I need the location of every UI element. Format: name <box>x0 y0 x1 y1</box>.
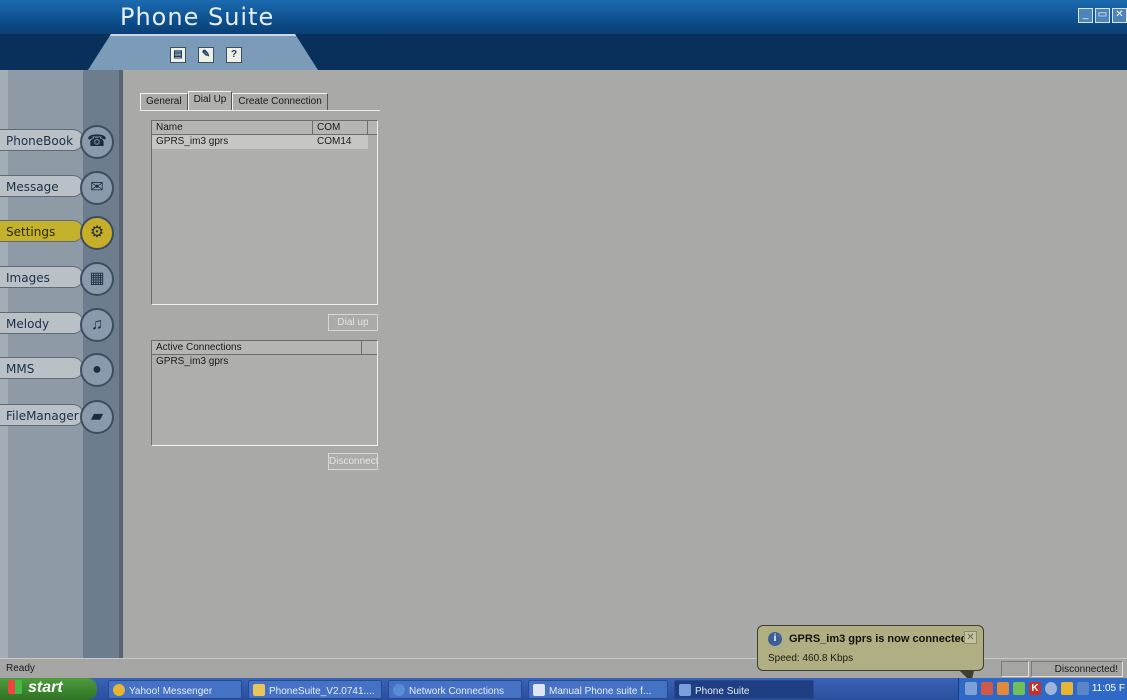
nav-label-phonebook: PhoneBook <box>0 129 84 151</box>
balloon-icon: ● <box>80 353 114 387</box>
nav-item-message[interactable]: Message ✉ <box>0 171 116 205</box>
nav-item-mms[interactable]: MMS ● <box>0 353 116 387</box>
properties-button[interactable]: ▤ <box>170 47 186 63</box>
active-connections-header: Active Connections <box>152 341 377 355</box>
balloon-close-button[interactable]: ✕ <box>964 631 977 644</box>
nav-label-settings: Settings <box>0 220 84 242</box>
nav-item-filemanager[interactable]: FileManager ▰ <box>0 400 116 434</box>
balloon-speed: Speed: 460.8 Kbps <box>768 653 854 664</box>
window-title: Phone Suite <box>120 3 275 31</box>
tab-divider <box>140 110 380 111</box>
status-text: Ready <box>6 663 35 674</box>
document-icon <box>533 684 545 696</box>
nav-label-images: Images <box>0 266 84 288</box>
tray-app-icon[interactable] <box>1077 682 1089 695</box>
minimize-button[interactable]: _ <box>1078 8 1093 23</box>
maximize-button[interactable]: ▭ <box>1095 8 1110 23</box>
taskbar-item-label: Network Connections <box>409 686 505 697</box>
tray-app-icon[interactable] <box>1013 682 1025 695</box>
nav-label-message: Message <box>0 175 84 197</box>
active-connection-name: GPRS_im3 gprs <box>156 356 229 367</box>
clock: 11:05 F <box>1091 683 1125 694</box>
phone-suite-icon <box>679 684 691 696</box>
system-tray: K 11:05 F <box>958 678 1127 700</box>
active-connections-list[interactable]: Active Connections GPRS_im3 gprs <box>151 340 378 446</box>
folder-icon <box>253 684 265 696</box>
taskbar-item-phone-suite[interactable]: Phone Suite <box>674 680 814 699</box>
tab-general[interactable]: General <box>140 93 188 111</box>
window-controls: _ ▭ ✕ <box>1078 8 1127 23</box>
phone-icon: ☎ <box>80 125 114 159</box>
tab-dial-up[interactable]: Dial Up <box>187 91 233 111</box>
tray-app-icon[interactable] <box>1061 682 1073 695</box>
dialup-com: COM14 <box>317 136 352 147</box>
taskbar: start Yahoo! Messenger PhoneSuite_V2.074… <box>0 678 1127 700</box>
taskbar-item-label: PhoneSuite_V2.0741.... <box>269 686 375 697</box>
nav-item-images[interactable]: Images ▦ <box>0 262 116 296</box>
tray-app-icon[interactable] <box>981 682 993 695</box>
start-label: start <box>28 679 63 696</box>
nav-label-melody: Melody <box>0 312 84 334</box>
edit-button[interactable]: ✎ <box>198 47 214 63</box>
column-com[interactable]: COM <box>313 121 368 134</box>
dialup-list-header: Name COM <box>152 121 377 135</box>
dialup-name: GPRS_im3 gprs <box>156 136 229 147</box>
close-button[interactable]: ✕ <box>1112 8 1127 23</box>
nav-item-melody[interactable]: Melody ♫ <box>0 308 116 342</box>
settings-icon: ⚙ <box>80 216 114 250</box>
column-active-connections[interactable]: Active Connections <box>152 341 362 354</box>
taskbar-item-yahoo-messenger[interactable]: Yahoo! Messenger <box>108 680 242 699</box>
tray-app-icon[interactable] <box>997 682 1009 695</box>
smiley-icon <box>113 684 125 696</box>
start-button[interactable]: start <box>0 678 97 700</box>
envelope-icon: ✉ <box>80 171 114 205</box>
network-tray-icon[interactable] <box>965 682 977 695</box>
taskbar-item-label: Yahoo! Messenger <box>129 686 213 697</box>
network-icon <box>393 684 405 696</box>
dial-up-button[interactable]: Dial up <box>328 314 378 331</box>
help-button[interactable]: ? <box>226 47 242 63</box>
tab-create-connection[interactable]: Create Connection <box>232 93 328 111</box>
notification-balloon[interactable]: i GPRS_im3 gprs is now connected ✕ Speed… <box>757 625 984 671</box>
taskbar-item-label: Manual Phone suite f... <box>549 686 652 697</box>
disconnect-button[interactable]: Disconnect <box>328 453 378 470</box>
taskbar-item-label: Phone Suite <box>695 686 750 697</box>
toolbar: ▤ ✎ ? <box>170 47 242 63</box>
dialup-list[interactable]: Name COM GPRS_im3 gprs COM14 <box>151 120 378 305</box>
nav-item-phonebook[interactable]: PhoneBook ☎ <box>0 125 116 159</box>
windows-logo-icon <box>8 680 22 694</box>
settings-tabs: General Dial Up Create Connection <box>140 91 328 111</box>
nav-label-mms: MMS <box>0 357 84 379</box>
tray-app-icon[interactable] <box>1045 682 1057 695</box>
title-bar: Phone Suite _ ▭ ✕ <box>0 0 1127 34</box>
list-item[interactable]: GPRS_im3 gprs COM14 <box>152 135 368 149</box>
images-icon: ▦ <box>80 262 114 296</box>
antivirus-icon[interactable]: K <box>1029 682 1041 695</box>
info-icon: i <box>768 632 782 646</box>
list-item[interactable]: GPRS_im3 gprs <box>152 355 377 369</box>
balloon-title: GPRS_im3 gprs is now connected <box>789 633 968 645</box>
taskbar-item-manual-document[interactable]: Manual Phone suite f... <box>528 680 668 699</box>
music-icon: ♫ <box>80 308 114 342</box>
status-panel <box>1001 661 1029 677</box>
connection-status: Disconnected! <box>1031 661 1123 677</box>
taskbar-item-phonesuite-folder[interactable]: PhoneSuite_V2.0741.... <box>248 680 382 699</box>
column-name[interactable]: Name <box>152 121 313 134</box>
taskbar-item-network-connections[interactable]: Network Connections <box>388 680 522 699</box>
nav-item-settings[interactable]: Settings ⚙ <box>0 216 116 250</box>
nav-label-filemanager: FileManager <box>0 404 84 426</box>
folder-icon: ▰ <box>80 400 114 434</box>
